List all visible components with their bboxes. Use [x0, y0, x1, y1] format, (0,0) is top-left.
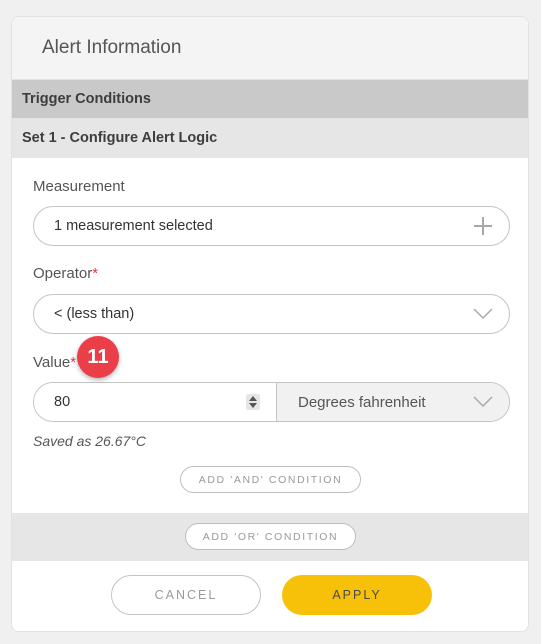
trigger-conditions-label: Trigger Conditions: [22, 91, 151, 107]
add-and-condition-button[interactable]: ADD 'AND' CONDITION: [180, 466, 361, 493]
measurement-value: 1 measurement selected: [54, 218, 213, 234]
operator-select[interactable]: < (less than): [33, 294, 510, 334]
panel-footer: CANCEL APPLY: [12, 561, 528, 631]
saved-as-note: Saved as 26.67°C: [33, 433, 147, 449]
operator-value: < (less than): [54, 306, 135, 322]
trigger-conditions-header: Trigger Conditions: [12, 80, 528, 118]
or-condition-bar: ADD 'OR' CONDITION: [12, 513, 528, 561]
value-input-text: 80: [54, 394, 71, 410]
unit-value: Degrees fahrenheit: [298, 393, 426, 411]
number-spinner[interactable]: [246, 394, 260, 410]
value-input-group: 80 Degrees fahrenheit: [33, 382, 510, 422]
set-title: Set 1 - Configure Alert Logic: [22, 130, 218, 146]
operator-label: Operator*: [33, 265, 99, 282]
apply-button[interactable]: APPLY: [282, 575, 432, 615]
value-label: Value*: [33, 354, 77, 371]
panel-title: Alert Information: [42, 37, 182, 58]
value-input[interactable]: 80: [34, 383, 277, 421]
alert-logic-form: Measurement 1 measurement selected Opera…: [12, 158, 528, 513]
required-marker: *: [92, 265, 99, 282]
measurement-field[interactable]: 1 measurement selected: [33, 206, 510, 246]
step-number-badge: 11: [77, 336, 119, 378]
measurement-label: Measurement: [33, 178, 125, 195]
cancel-button[interactable]: CANCEL: [111, 575, 261, 615]
required-marker: *: [70, 354, 77, 371]
panel-header: Alert Information: [12, 17, 528, 80]
chevron-down-icon: [473, 308, 493, 320]
alert-panel: Alert Information Trigger Conditions Set…: [11, 16, 529, 632]
spinner-up-icon[interactable]: [249, 396, 257, 401]
plus-icon[interactable]: [473, 216, 493, 236]
set-header: Set 1 - Configure Alert Logic: [12, 118, 528, 158]
chevron-down-icon: [473, 396, 493, 408]
add-or-condition-button[interactable]: ADD 'OR' CONDITION: [185, 523, 356, 550]
unit-select[interactable]: Degrees fahrenheit: [277, 383, 509, 421]
spinner-down-icon[interactable]: [249, 403, 257, 408]
